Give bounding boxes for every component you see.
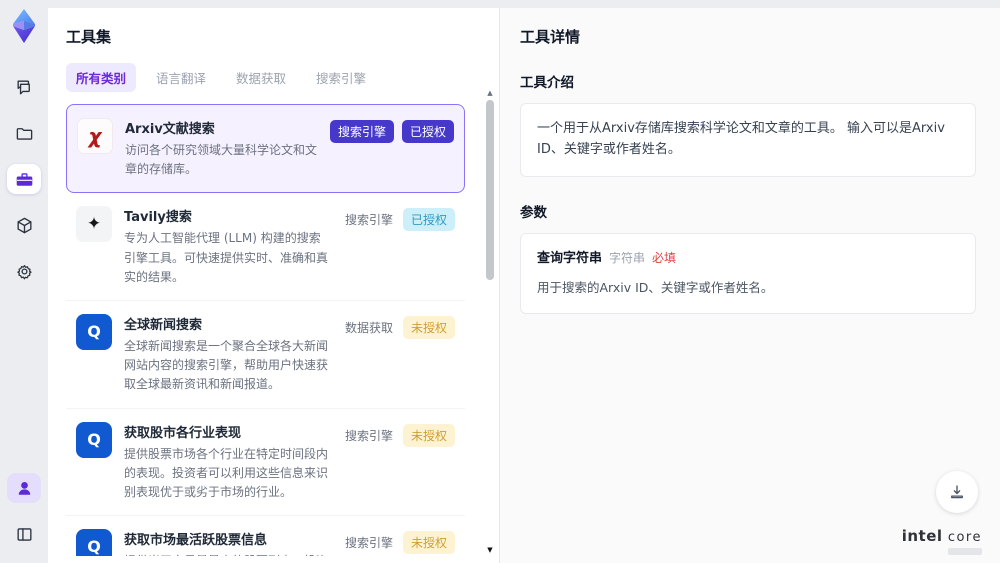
tool-body: 获取股市各行业表现提供股票市场各个行业在特定时间段内的表现。投资者可以利用这些信…: [124, 422, 331, 503]
params-heading: 参数: [520, 204, 547, 221]
arxiv-icon: χ: [77, 118, 113, 154]
details-panel: 工具详情 工具介绍 一个用于从Arxiv存储库搜索科学论文和文章的工具。 输入可…: [500, 8, 1000, 563]
tab-category-2[interactable]: 数据获取: [226, 63, 296, 92]
tool-body: Tavily搜索专为人工智能代理 (LLM) 构建的搜索引擎工具。可快速提供实时…: [124, 206, 331, 287]
tool-tags: 搜索引擎 已授权: [343, 206, 455, 287]
gear-icon: [16, 264, 32, 279]
scroll-down-icon[interactable]: ▼: [485, 545, 495, 555]
sidebar-item-account[interactable]: [7, 473, 41, 503]
intro-text: 一个用于从Arxiv存储库搜索科学论文和文章的工具。 输入可以是Arxiv ID…: [537, 121, 945, 157]
param-head: 查询字符串 字符串 必填: [537, 249, 959, 270]
tool-list-item[interactable]: Q 获取市场最活跃股票信息提供当天交易量最高的股票列表，投资者可以利用这些信息来识…: [66, 516, 465, 556]
intel-core-logo: intel core: [902, 527, 982, 555]
tool-list: χ Arxiv文献搜索 访问各个研究领域大量科学论文和文章的存储库。 搜索引擎 已授权 ✦…: [66, 104, 481, 556]
category-tag: 数据获取: [344, 320, 393, 335]
tab-category-0[interactable]: 所有类别: [66, 63, 137, 92]
tool-list-item[interactable]: ✦ Tavily搜索专为人工智能代理 (LLM) 构建的搜索引擎工具。可快速提供实…: [66, 193, 465, 301]
download-icon: [951, 485, 963, 499]
category-tag: 搜索引擎: [344, 213, 393, 228]
page-title: 工具集: [66, 28, 112, 46]
app-root: 工具集 所有类别 语言翻译 数据获取 搜索引擎 χ Arxiv文献搜索 访问各个研究领域大…: [0, 0, 1000, 563]
tool-name: 全球新闻搜索: [124, 317, 203, 333]
tool-list-item[interactable]: Q 全球新闻搜索全球新闻搜索是一个聚合全球各大新闻网站内容的搜索引擎，帮助用户快速…: [66, 300, 465, 409]
tab-category-3[interactable]: 搜索引擎: [306, 63, 376, 92]
blueq-icon: Q: [76, 313, 112, 350]
tool-body: 获取市场最活跃股票信息提供当天交易量最高的股票列表，投资者可以利用这些信息来识别…: [124, 529, 331, 556]
param-name: 查询字符串: [537, 250, 603, 266]
auth-status-badge: 未授权: [402, 531, 455, 555]
sidebar-item-chat[interactable]: [7, 72, 41, 102]
category-tabs: 所有类别 语言翻译 数据获取 搜索引擎: [66, 63, 481, 92]
tab-category-1[interactable]: 语言翻译: [146, 63, 216, 92]
tool-body: 全球新闻搜索全球新闻搜索是一个聚合全球各大新闻网站内容的搜索引擎，帮助用户快速获…: [124, 314, 331, 395]
tool-description: 全球新闻搜索是一个聚合全球各大新闻网站内容的搜索引擎，帮助用户快速获取全球最新资…: [124, 338, 329, 392]
sidebar-item-files[interactable]: [7, 118, 41, 148]
tool-description: 专为人工智能代理 (LLM) 构建的搜索引擎工具。可快速提供实时、准确和真实的结…: [124, 231, 329, 284]
layout-panel-icon: [16, 527, 32, 541]
blueq-icon: Q: [76, 529, 112, 556]
tool-name: Arxiv文献搜索: [125, 122, 215, 137]
tools-panel: 工具集 所有类别 语言翻译 数据获取 搜索引擎 χ Arxiv文献搜索 访问各个研究领域大…: [48, 8, 500, 563]
auth-status-badge: 已授权: [402, 208, 455, 232]
tool-tags: 搜索引擎 未授权: [343, 529, 455, 556]
tool-tags: 搜索引擎 已授权: [329, 118, 454, 179]
auth-status-badge: 未授权: [402, 315, 455, 339]
category-tag: 搜索引擎: [344, 428, 393, 443]
tool-list-item[interactable]: χ Arxiv文献搜索访问各个研究领域大量科学论文和文章的存储库。 搜索引擎 已授权: [66, 104, 465, 194]
tool-list-item[interactable]: Q 获取股市各行业表现提供股票市场各个行业在特定时间段内的表现。投资者可以利用这些…: [66, 408, 465, 517]
intro-box: 一个用于从Arxiv存储库搜索科学论文和文章的工具。 输入可以是Arxiv ID…: [520, 103, 976, 177]
tool-name: Tavily搜索: [124, 210, 192, 226]
sidebar-item-settings[interactable]: [7, 256, 41, 286]
scroll-up-icon[interactable]: ▲: [485, 88, 495, 98]
sidebar-item-packages[interactable]: [7, 210, 41, 240]
intel-wordmark: intel: [901, 527, 943, 545]
tool-tags: 数据获取 未授权: [343, 314, 455, 395]
param-desc: 用于搜索的Arxiv ID、关键字或作者姓名。: [537, 280, 774, 296]
app-logo-icon: [13, 9, 35, 43]
main-content: 工具集 所有类别 语言翻译 数据获取 搜索引擎 χ Arxiv文献搜索 访问各个研究领域大…: [48, 8, 1000, 563]
tool-description: 访问各个研究领域大量科学论文和文章的存储库。: [125, 143, 318, 177]
ultra-mark: [948, 548, 982, 555]
scrollbar[interactable]: ▲ ▼: [485, 88, 495, 555]
scrollbar-thumb[interactable]: [486, 100, 494, 280]
auth-status-badge: 未授权: [402, 423, 455, 447]
user-icon: [18, 481, 30, 495]
param-required-badge: 必填: [652, 250, 677, 265]
core-wordmark: core: [947, 530, 982, 545]
tool-description: 提供股票市场各个行业在特定时间段内的表现。投资者可以利用这些信息来识别表现优于或…: [124, 446, 329, 499]
folder-icon: [16, 127, 32, 140]
category-tag: 搜索引擎: [344, 536, 393, 551]
tavily-icon: ✦: [76, 206, 112, 243]
param-box: 查询字符串 字符串 必填 用于搜索的Arxiv ID、关键字或作者姓名。: [520, 232, 976, 315]
tool-tags: 搜索引擎 未授权: [343, 422, 455, 503]
details-title: 工具详情: [520, 28, 581, 46]
left-rail: [0, 0, 48, 563]
blueq-icon: Q: [76, 421, 112, 458]
tool-body: Arxiv文献搜索访问各个研究领域大量科学论文和文章的存储库。: [125, 118, 318, 179]
auth-status-badge: 已授权: [401, 120, 454, 143]
tool-description: 提供当天交易量最高的股票列表，投资者可以利用这些信息来识别流动性强的股票和潜在的…: [124, 552, 331, 556]
toolbox-icon: [16, 172, 32, 186]
category-tag: 搜索引擎: [329, 120, 394, 143]
chat-icon: [16, 79, 30, 95]
sidebar-item-panel-toggle[interactable]: [7, 519, 41, 549]
package-icon: [16, 217, 32, 233]
tool-name: 获取市场最活跃股票信息: [124, 533, 268, 549]
intro-heading: 工具介绍: [520, 75, 574, 91]
param-type: 字符串: [609, 250, 646, 265]
download-button[interactable]: [936, 471, 978, 513]
tool-name: 获取股市各行业表现: [124, 425, 242, 441]
sidebar-item-tools[interactable]: [7, 164, 41, 194]
